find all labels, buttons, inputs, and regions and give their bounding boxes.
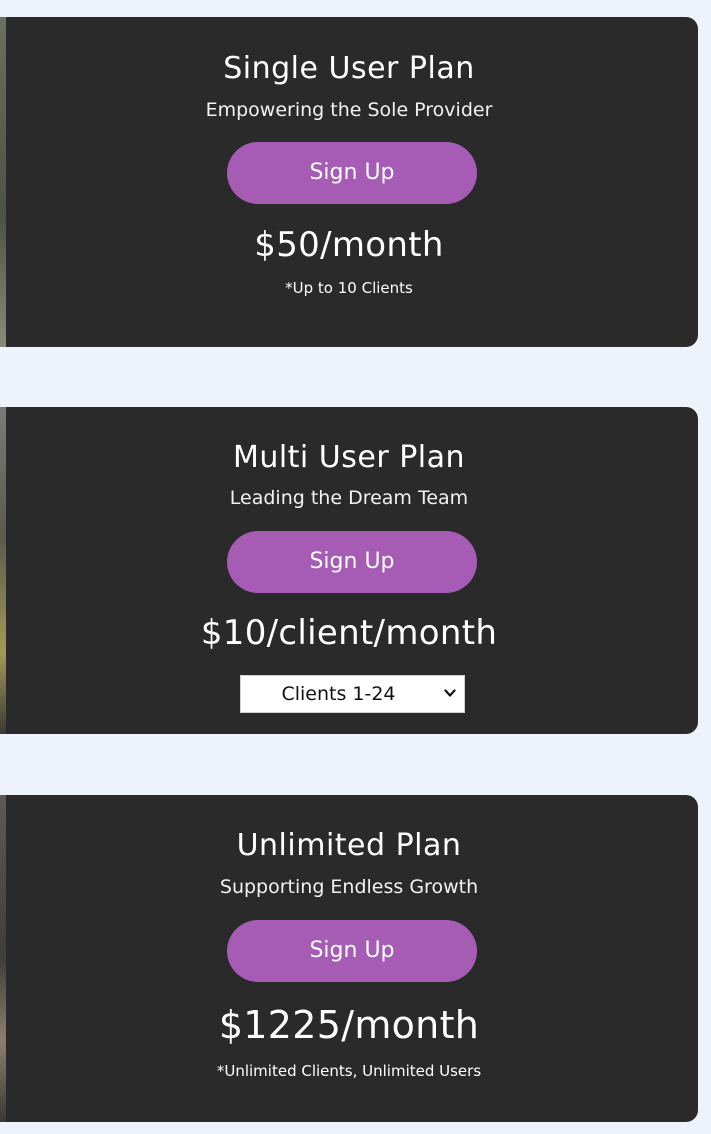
plan-note: *Up to 10 Clients: [285, 279, 413, 297]
sign-up-button[interactable]: Sign Up: [227, 531, 477, 593]
plan-note: *Unlimited Clients, Unlimited Users: [216, 1062, 482, 1080]
plan-price: $1225/month: [218, 1003, 480, 1047]
clients-select[interactable]: Clients 1-24: [240, 675, 465, 713]
chevron-down-icon: [444, 689, 456, 697]
plan-tagline: Empowering the Sole Provider: [205, 99, 493, 121]
plan-price: $50/month: [254, 225, 444, 265]
plan-card-multi-user: Multi User Plan Leading the Dream Team S…: [0, 407, 698, 734]
plan-title: Multi User Plan: [232, 440, 466, 475]
sign-up-button[interactable]: Sign Up: [227, 920, 477, 982]
plan-tagline: Leading the Dream Team: [229, 487, 469, 509]
plan-tagline: Supporting Endless Growth: [219, 876, 479, 898]
plan-title: Unlimited Plan: [236, 828, 462, 863]
clients-select-value: Clients 1-24: [281, 683, 396, 705]
plan-price: $10/client/month: [200, 613, 498, 653]
plan-card-single-user: Single User Plan Empowering the Sole Pro…: [0, 17, 698, 347]
sign-up-button[interactable]: Sign Up: [227, 142, 477, 204]
plan-card-unlimited: Unlimited Plan Supporting Endless Growth…: [0, 795, 698, 1122]
plan-title: Single User Plan: [223, 51, 475, 86]
